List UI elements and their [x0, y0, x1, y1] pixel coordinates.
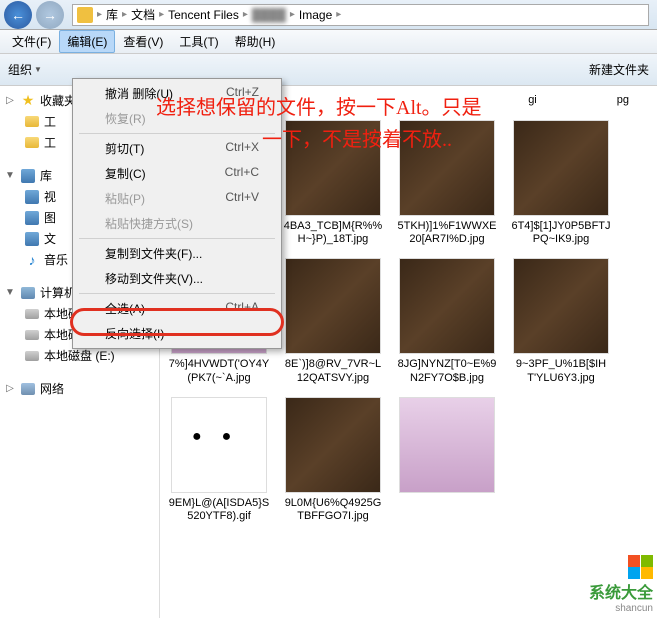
- file-thumbnail[interactable]: [396, 397, 498, 523]
- breadcrumb-item[interactable]: 文档: [129, 6, 157, 23]
- tree-network[interactable]: ▷ 网络: [0, 378, 159, 399]
- thumbnail-label: 8JG]NYNZ[T0~E%9N2FY7O$B.jpg: [396, 358, 498, 384]
- collapse-icon[interactable]: ▷: [4, 383, 16, 394]
- file-thumbnail[interactable]: 8E`)]8@RV_7VR~L12QATSVY.jpg: [282, 258, 384, 384]
- chevron-right-icon: ▸: [97, 9, 102, 20]
- file-thumbnail[interactable]: 5TKH)]1%F1WWXE20[AR7I%D.jpg: [396, 120, 498, 246]
- documents-icon: [25, 232, 39, 246]
- collapse-icon[interactable]: ▷: [4, 95, 16, 106]
- menu-undo[interactable]: 撤消 删除(U)Ctrl+Z: [75, 81, 279, 106]
- library-icon: [21, 169, 35, 183]
- nav-forward-button[interactable]: →: [36, 1, 64, 29]
- thumbnail-label: 5TKH)]1%F1WWXE20[AR7I%D.jpg: [396, 220, 498, 246]
- thumbnail-image: [285, 397, 381, 493]
- thumbnail-label: 7%]4HVWDT('OY4Y(PK7(~`A.jpg: [168, 358, 270, 384]
- file-thumbnail[interactable]: 6T4]$[1]JY0P5BFTJPQ~IK9.jpg: [510, 120, 612, 246]
- watermark-logo: [628, 555, 653, 567]
- collapse-icon[interactable]: ▼: [4, 170, 16, 181]
- breadcrumb-item[interactable]: Image: [297, 8, 334, 22]
- thumbnail-label: 6T4]$[1]JY0P5BFTJPQ~IK9.jpg: [510, 220, 612, 246]
- new-folder-label: 新建文件夹: [589, 61, 649, 78]
- thumbnail-image: [285, 258, 381, 354]
- thumb-label-partial: pg: [617, 94, 629, 108]
- menu-file[interactable]: 文件(F): [4, 30, 59, 53]
- chevron-right-icon: ▸: [122, 9, 127, 20]
- drive-icon: [25, 309, 39, 319]
- menu-view[interactable]: 查看(V): [115, 30, 171, 53]
- thumbnail-label: 8E`)]8@RV_7VR~L12QATSVY.jpg: [282, 358, 384, 384]
- menu-invert-selection[interactable]: 反向选择(I): [75, 321, 279, 346]
- thumbnail-label: 9EM}L@(A[ISDA5}S520YTF8).gif: [168, 497, 270, 523]
- arrow-right-icon: →: [43, 7, 57, 23]
- pictures-icon: [25, 211, 39, 225]
- watermark: 系统大全 shancun: [589, 555, 653, 614]
- file-thumbnail[interactable]: 9L0M{U6%Q4925GTBFFGO7I.jpg: [282, 397, 384, 523]
- menu-separator: [79, 238, 275, 239]
- chevron-right-icon: ▸: [159, 9, 164, 20]
- new-folder-button[interactable]: 新建文件夹: [589, 61, 649, 78]
- music-icon: ♪: [24, 252, 40, 268]
- menu-paste: 粘贴(P)Ctrl+V: [75, 186, 279, 211]
- watermark-url: shancun: [615, 603, 653, 614]
- star-icon: ★: [20, 93, 36, 109]
- network-icon: [21, 383, 35, 395]
- menu-separator: [79, 293, 275, 294]
- file-thumbnail[interactable]: 9EM}L@(A[ISDA5}S520YTF8).gif: [168, 397, 270, 523]
- thumbnail-label: 9L0M{U6%Q4925GTBFFGO7I.jpg: [282, 497, 384, 523]
- menu-select-all[interactable]: 全选(A)Ctrl+A: [75, 296, 279, 321]
- menu-separator: [79, 133, 275, 134]
- collapse-icon[interactable]: ▼: [4, 287, 16, 298]
- thumbnail-image: [285, 120, 381, 216]
- breadcrumb-item[interactable]: 库: [104, 6, 120, 23]
- folder-icon: [25, 116, 39, 127]
- thumbnail-label: 9~3PF_U%1B[$IHT'YLU6Y3.jpg: [510, 358, 612, 384]
- chevron-down-icon: ▼: [34, 65, 42, 74]
- chevron-right-icon: ▸: [290, 9, 295, 20]
- breadcrumb-item[interactable]: Tencent Files: [166, 8, 241, 22]
- titlebar: ← → ▸ 库 ▸ 文档 ▸ Tencent Files ▸ ████ ▸ Im…: [0, 0, 657, 30]
- file-thumbnail[interactable]: 9~3PF_U%1B[$IHT'YLU6Y3.jpg: [510, 258, 612, 384]
- folder-icon: [25, 137, 39, 148]
- organize-label: 组织: [8, 61, 32, 78]
- menu-copy-to[interactable]: 复制到文件夹(F)...: [75, 241, 279, 266]
- menubar: 文件(F) 编辑(E) 查看(V) 工具(T) 帮助(H): [0, 30, 657, 54]
- thumbnail-image: [399, 120, 495, 216]
- menu-move-to[interactable]: 移动到文件夹(V)...: [75, 266, 279, 291]
- chevron-right-icon: ▸: [336, 9, 341, 20]
- menu-copy[interactable]: 复制(C)Ctrl+C: [75, 161, 279, 186]
- menu-help[interactable]: 帮助(H): [227, 30, 284, 53]
- menu-paste-shortcut: 粘贴快捷方式(S): [75, 211, 279, 236]
- folder-icon: [77, 7, 93, 23]
- chevron-right-icon: ▸: [243, 9, 248, 20]
- thumbnail-image: [513, 120, 609, 216]
- thumbnail-image: [171, 397, 267, 493]
- thumb-label-partial: gi: [528, 94, 537, 108]
- video-icon: [25, 190, 39, 204]
- organize-button[interactable]: 组织 ▼: [8, 61, 42, 78]
- menu-redo: 恢复(R): [75, 106, 279, 131]
- computer-icon: [21, 287, 35, 299]
- thumbnail-image: [399, 258, 495, 354]
- file-thumbnail[interactable]: 4BA3_TCB]M{R%%H~}P)_18T.jpg: [282, 120, 384, 246]
- menu-edit[interactable]: 编辑(E): [59, 30, 115, 53]
- edit-menu-dropdown: 撤消 删除(U)Ctrl+Z 恢复(R) 剪切(T)Ctrl+X 复制(C)Ct…: [72, 78, 282, 349]
- nav-back-button[interactable]: ←: [4, 1, 32, 29]
- address-bar[interactable]: ▸ 库 ▸ 文档 ▸ Tencent Files ▸ ████ ▸ Image …: [72, 4, 649, 26]
- drive-icon: [25, 351, 39, 361]
- menu-tools[interactable]: 工具(T): [171, 30, 226, 53]
- breadcrumb: ▸ 库 ▸ 文档 ▸ Tencent Files ▸ ████ ▸ Image …: [97, 6, 341, 23]
- thumbnail-label: 4BA3_TCB]M{R%%H~}P)_18T.jpg: [282, 220, 384, 246]
- watermark-text: 系统大全: [589, 579, 653, 603]
- file-thumbnail[interactable]: 8JG]NYNZ[T0~E%9N2FY7O$B.jpg: [396, 258, 498, 384]
- thumbnail-image: [513, 258, 609, 354]
- thumbnail-image: [399, 397, 495, 493]
- drive-icon: [25, 330, 39, 340]
- arrow-left-icon: ←: [11, 7, 25, 23]
- breadcrumb-item[interactable]: ████: [250, 8, 288, 22]
- watermark-logo: [628, 567, 653, 579]
- menu-cut[interactable]: 剪切(T)Ctrl+X: [75, 136, 279, 161]
